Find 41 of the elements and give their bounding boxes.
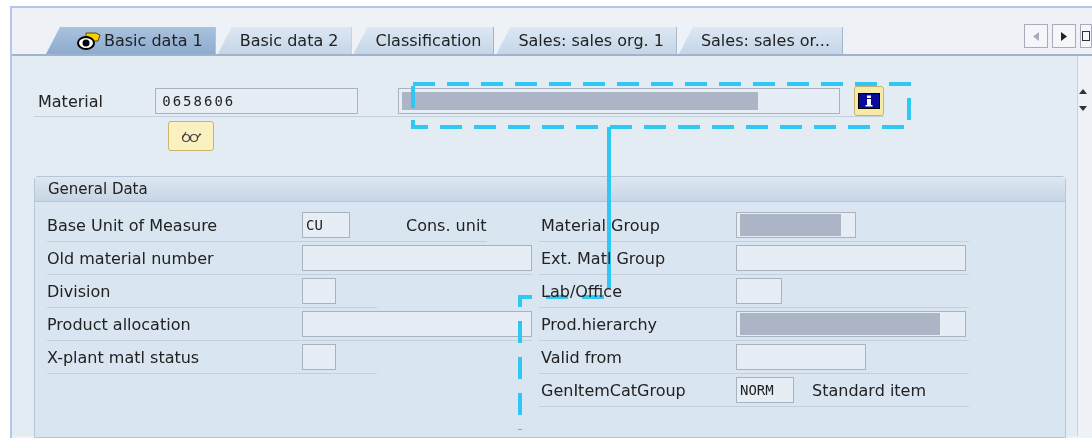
input-field[interactable] [736,344,866,370]
display-button[interactable] [168,121,214,151]
tab[interactable]: Basic data 2 [217,27,352,54]
input-field[interactable] [302,245,532,271]
tab[interactable]: Classification [353,27,495,54]
input-field[interactable] [736,245,966,271]
input-field[interactable]: CU [302,212,350,238]
glasses-icon [180,129,202,143]
group-title: General Data [35,177,1065,202]
description-field[interactable] [397,88,840,114]
field-label: X-plant matl status [47,347,201,367]
input-field[interactable] [302,311,532,337]
item-description: Standard item [812,380,927,400]
left-arrow-icon [1033,31,1039,41]
right-arrow-icon [1061,31,1067,41]
field-label: Division [47,281,112,301]
tab[interactable]: Sales: sales or... [678,27,843,54]
field-label: Material Group [540,215,661,235]
tab-list-button[interactable] [1080,24,1092,48]
field-label: Prod.hierarchy [540,314,659,334]
input-field[interactable] [736,212,856,238]
input-field[interactable] [302,278,336,304]
input-field[interactable] [302,344,336,370]
info-icon [858,93,880,109]
tab[interactable]: Basic data 1 [46,27,216,54]
field-label: GenItemCatGroup [540,380,687,400]
unit-description: Cons. unit [406,215,487,235]
input-field[interactable]: NORM [736,377,794,403]
material-field[interactable]: 0658606 [155,88,358,114]
field-label: Base Unit of Measure [47,215,219,235]
list-icon [1082,31,1090,41]
scroll-right-button[interactable] [1052,24,1076,48]
input-field[interactable] [736,278,782,304]
field-label: Material [37,91,104,111]
scrollbar[interactable] [1077,56,1092,436]
tab[interactable]: Sales: sales org. 1 [496,27,677,54]
input-field[interactable] [736,311,966,337]
field-label: Old material number [47,248,215,268]
field-label: Product allocation [47,314,192,334]
field-label: Valid from [540,347,623,367]
info-button[interactable] [854,86,884,116]
